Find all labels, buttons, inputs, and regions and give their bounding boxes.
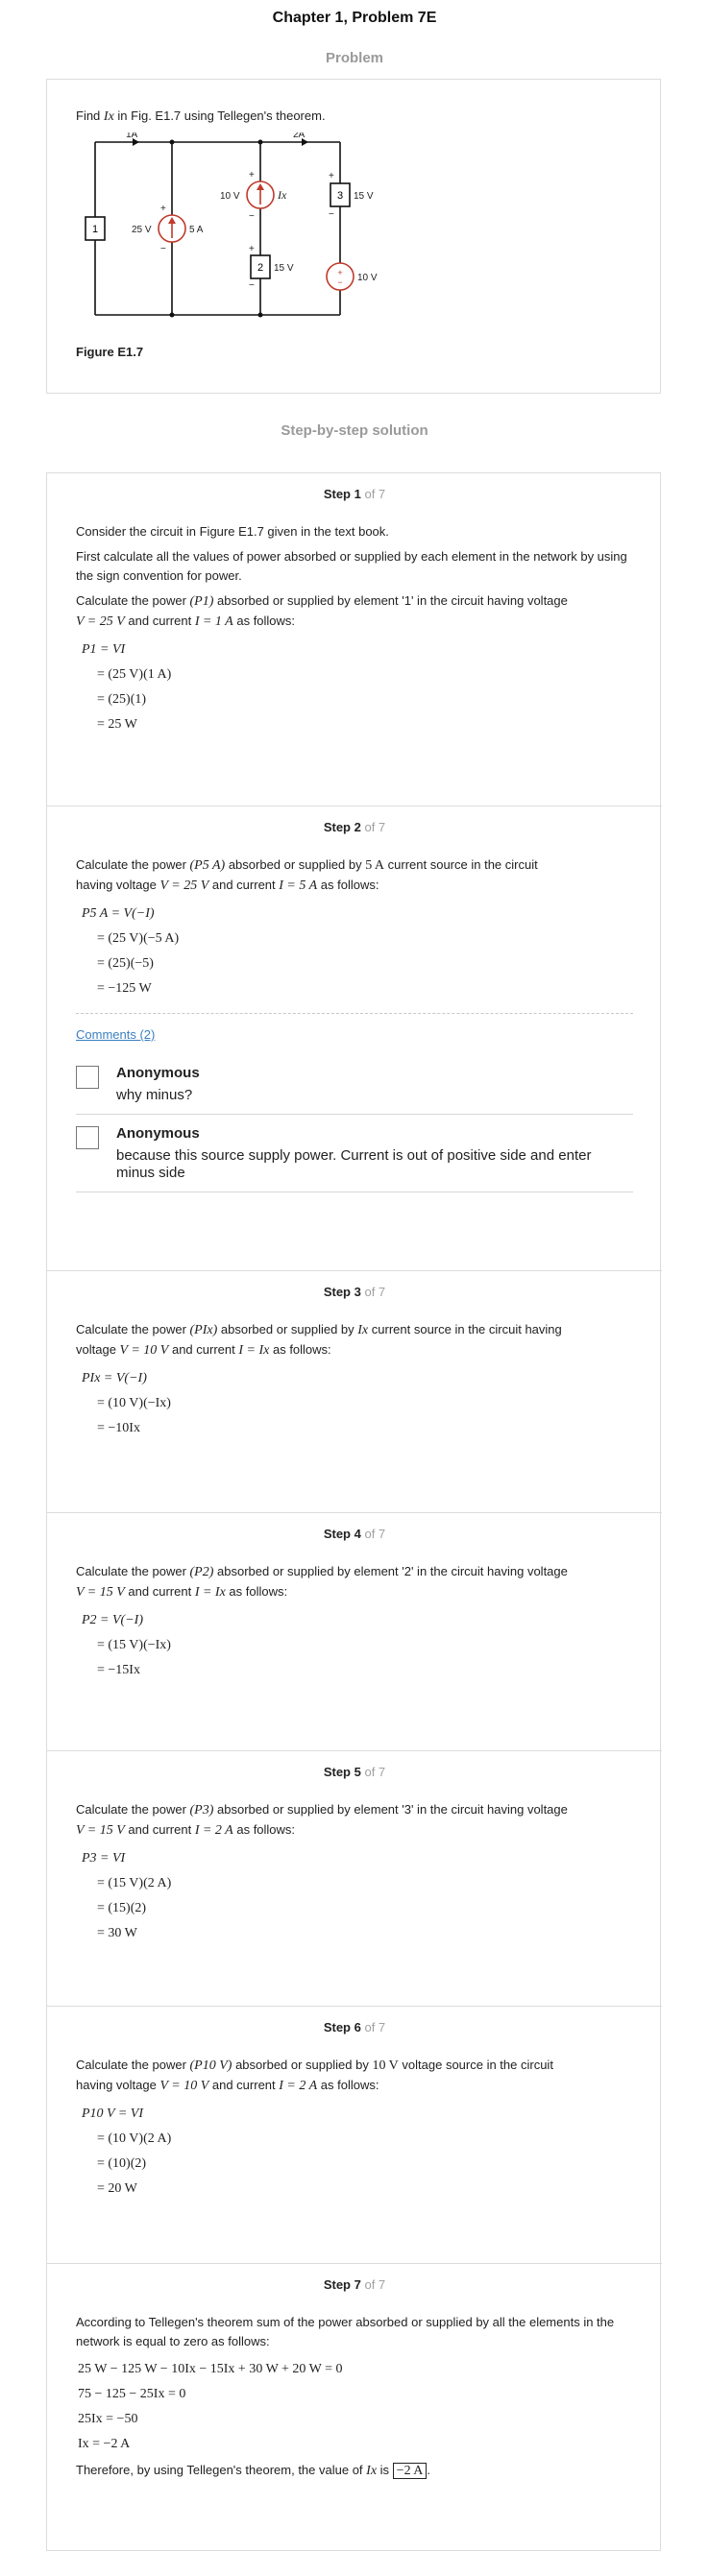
step-heading: Step 1 of 7 (323, 487, 386, 501)
voltage-label-15v-2: 15 V (274, 263, 294, 274)
equation-block: P5 A = V(−I) = (25 V)(−5 A) = (25)(−5) =… (82, 906, 180, 996)
comment-author: Anonymous (116, 1125, 200, 1142)
equation-block: P3 = VI = (15 V)(2 A) = (15)(2) = 30 W (82, 1851, 172, 1940)
step-heading: Step 4 of 7 (323, 1527, 386, 1541)
current-label-1a: 1A (126, 132, 138, 140)
element-3-label: 3 (337, 190, 343, 202)
svg-text:−: − (337, 277, 342, 287)
step-heading: Step 2 of 7 (323, 820, 386, 834)
current-label-5a: 5 A (189, 225, 204, 235)
step-text: Consider the circuit in Figure E1.7 give… (76, 524, 389, 539)
svg-text:+: + (249, 170, 255, 181)
equation-block: P2 = V(−I) = (15 V)(−Ix) = −15Ix (82, 1613, 171, 1677)
problem-card: Find Ix in Fig. E1.7 using Tellegen's th… (46, 79, 661, 394)
comment-item: Anonymous why minus? (76, 1054, 633, 1115)
voltage-label-10v: 10 V (357, 273, 378, 283)
svg-text:+: + (160, 204, 166, 214)
final-answer: −2 A (392, 2463, 428, 2479)
step-2: Step 2 of 7 Calculate the power (P5 A) a… (47, 806, 662, 1270)
equation-block: PIx = V(−I) = (10 V)(−Ix) = −10Ix (82, 1371, 171, 1435)
voltage-label-15v-3: 15 V (354, 191, 374, 202)
step-5: Step 5 of 7 Calculate the power (P3) abs… (47, 1750, 662, 2006)
ix-symbol: Ix (103, 109, 114, 124)
figure-caption: Figure E1.7 (76, 345, 144, 359)
comment-text: why minus? (116, 1087, 193, 1103)
equation-block: P1 = VI = (25 V)(1 A) = (25)(1) = 25 W (82, 642, 172, 732)
avatar (76, 1126, 99, 1149)
avatar (76, 1066, 99, 1089)
equation-block: P10 V = VI = (10 V)(2 A) = (10)(2) = 20 … (82, 2107, 172, 2196)
circuit-diagram: 1 2 3 + − 1A 2A + 25 V − 5 A + 10 V − Ix… (85, 132, 378, 318)
step-7: Step 7 of 7 According to Tellegen's theo… (47, 2263, 662, 2551)
comments-link[interactable]: Comments (2) (76, 1027, 155, 1042)
problem-heading: Problem (325, 50, 383, 66)
solution-card: Step 1 of 7 Consider the circuit in Figu… (46, 472, 662, 2551)
element-1-label: 1 (92, 224, 98, 235)
step-6: Step 6 of 7 Calculate the power (P10 V) … (47, 2006, 662, 2263)
step-heading: Step 6 of 7 (323, 2020, 386, 2034)
step-heading: Step 3 of 7 (323, 1285, 386, 1299)
step-heading: Step 5 of 7 (323, 1765, 386, 1779)
ix-label: Ix (277, 188, 287, 202)
voltage-label-25v: 25 V (132, 225, 152, 235)
step-4: Step 4 of 7 Calculate the power (P2) abs… (47, 1512, 662, 1750)
svg-text:+: + (329, 171, 334, 181)
svg-text:−: − (329, 209, 334, 220)
step-3: Step 3 of 7 Calculate the power (PIx) ab… (47, 1270, 662, 1512)
comment-text: because this source supply power. Curren… (116, 1147, 592, 1181)
solution-heading: Step-by-step solution (281, 422, 428, 439)
equation-block: 25 W − 125 W − 10Ix − 15Ix + 30 W + 20 W… (78, 2362, 343, 2451)
comment-item: Anonymous because this source supply pow… (76, 1115, 633, 1192)
comment-author: Anonymous (116, 1065, 200, 1081)
problem-statement: Find Ix in Fig. E1.7 using Tellegen's th… (76, 108, 326, 124)
divider (76, 1013, 633, 1014)
voltage-label-10v-ix: 10 V (220, 191, 240, 202)
step-1: Step 1 of 7 Consider the circuit in Figu… (47, 473, 662, 806)
svg-text:+: + (249, 244, 255, 254)
element-2-label: 2 (257, 262, 263, 274)
current-label-2a: 2A (293, 132, 306, 140)
page-title: Chapter 1, Problem 7E (272, 10, 437, 26)
step-text: According to Tellegen's theorem sum of t… (76, 2315, 615, 2348)
svg-text:−: − (160, 244, 166, 254)
step-text: First calculate all the values of power … (76, 549, 627, 583)
svg-text:−: − (249, 280, 255, 291)
step-heading: Step 7 of 7 (323, 2277, 386, 2292)
svg-text:−: − (249, 211, 255, 222)
svg-text:+: + (337, 268, 342, 277)
